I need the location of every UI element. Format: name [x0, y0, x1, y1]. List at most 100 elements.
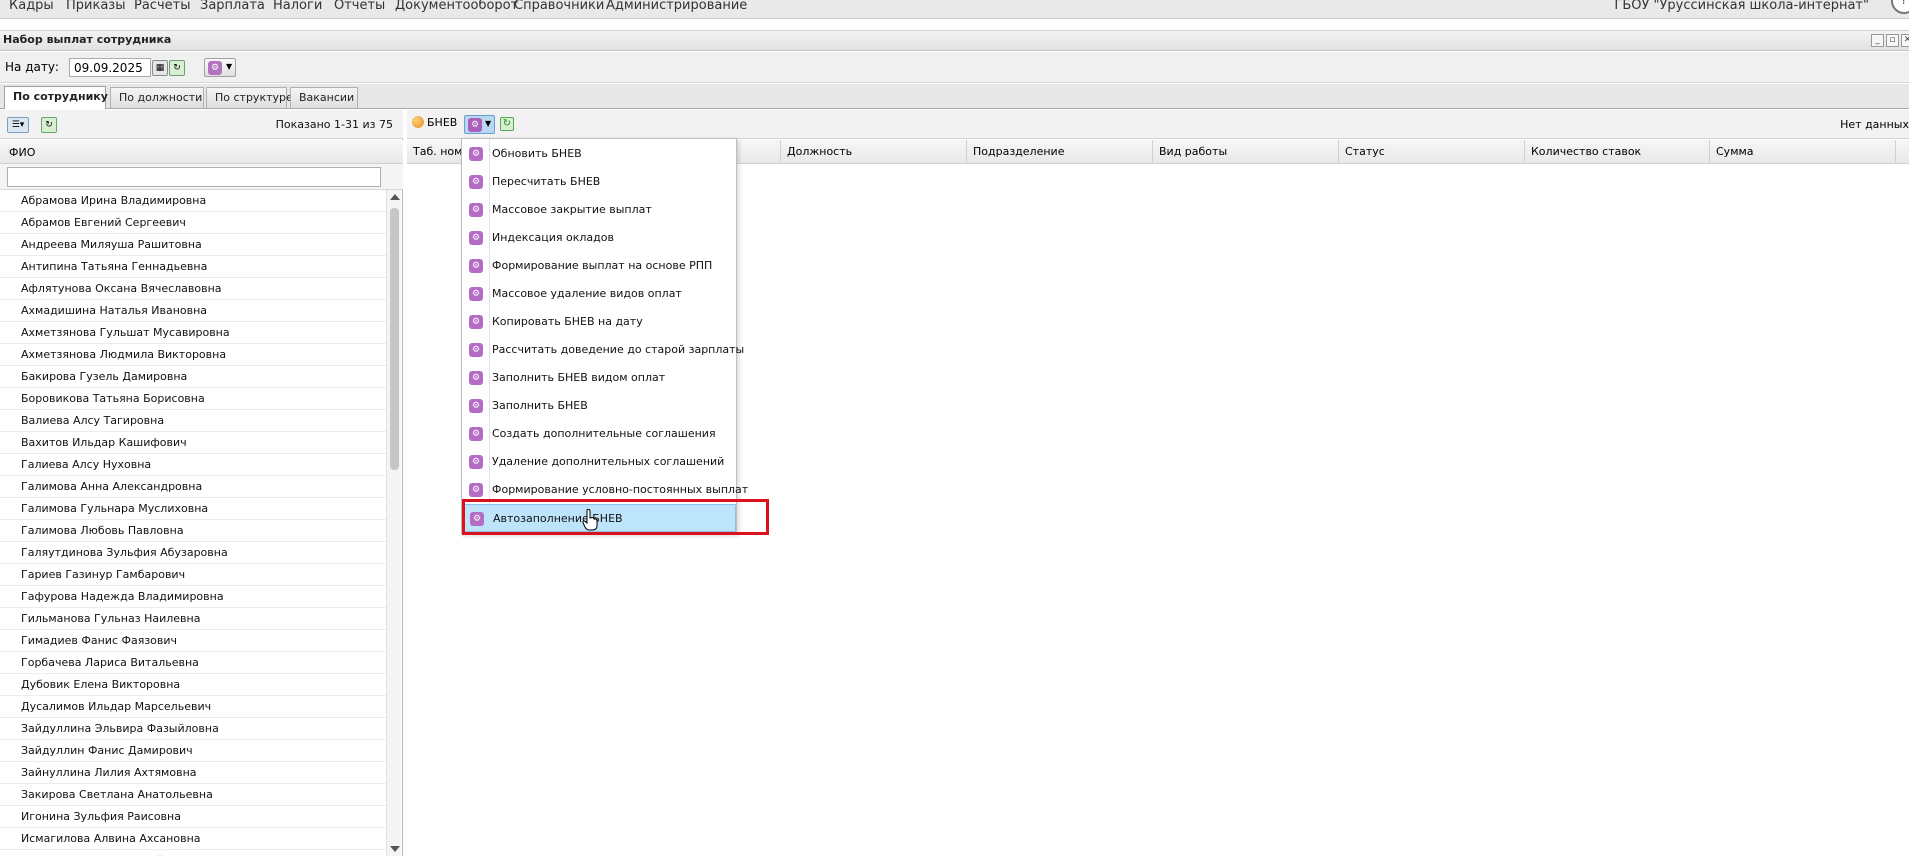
refresh-list-icon[interactable]: ↻ [41, 117, 57, 133]
menu-prikazy[interactable]: Приказы [66, 0, 125, 13]
menu-otchety[interactable]: Отчеты [334, 0, 385, 13]
employee-row[interactable]: Валиева Алсу Тагировна [0, 410, 386, 432]
menu-spravochniki[interactable]: Справочники [514, 0, 604, 13]
fio-column-header[interactable]: ФИО [0, 140, 403, 164]
date-toolbar: На дату: ▦ ↻ ⚙ ▼ [0, 52, 1909, 83]
tab-by-structure[interactable]: По структуре [206, 87, 293, 108]
employee-row[interactable]: Ахметзянова Людмила Викторовна [0, 344, 386, 366]
gear-icon: ⚙ [469, 259, 483, 273]
scroll-down-icon[interactable] [390, 846, 400, 852]
gear-icon: ⚙ [208, 61, 222, 75]
employee-row[interactable]: Закирова Светлана Анатольевна [0, 784, 386, 806]
employee-row[interactable]: Гафурова Надежда Владимировна [0, 586, 386, 608]
menu-item-label: Рассчитать доведение до старой зарплаты [492, 343, 745, 356]
employee-row[interactable]: Зайдуллина Эльвира Фазыйловна [0, 718, 386, 740]
help-icon[interactable]: ? [1891, 0, 1909, 14]
scroll-thumb[interactable] [390, 208, 399, 470]
menu-zarplata[interactable]: Зарплата [200, 0, 265, 13]
menu-nalogi[interactable]: Налоги [273, 0, 322, 13]
tab-vacancies[interactable]: Вакансии [290, 87, 358, 108]
bnev-icon [412, 116, 424, 128]
employee-row[interactable]: Антипина Татьяна Геннадьевна [0, 256, 386, 278]
col-sum[interactable]: Сумма [1710, 140, 1896, 164]
employee-row[interactable]: Дусалимов Ильдар Марсельевич [0, 696, 386, 718]
employee-row[interactable]: Ахмадишина Наталья Ивановна [0, 300, 386, 322]
refresh-date-icon[interactable]: ↻ [169, 60, 185, 76]
bnev-actions-dropdown[interactable]: ⚙ ▼ [464, 115, 495, 134]
calendar-icon[interactable]: ▦ [152, 60, 168, 76]
filter-row [0, 164, 403, 190]
bnev-button[interactable]: БНЕВ [412, 116, 457, 129]
menu-dokumentooborot[interactable]: Документооборот [395, 0, 518, 13]
menu-item[interactable]: ⚙ Рассчитать доведение до старой зарплаты [462, 336, 744, 364]
col-department[interactable]: Подразделение [967, 140, 1153, 164]
employee-list-scrollbar[interactable] [386, 190, 401, 856]
employee-row[interactable]: Зайнуллина Лилия Ахтямовна [0, 762, 386, 784]
list-menu-icon[interactable]: ☰▾ [7, 117, 29, 133]
menu-item[interactable]: ⚙ Индексация окладов [462, 224, 736, 252]
employee-row[interactable]: Абрамов Евгений Сергеевич [0, 212, 386, 234]
menu-item[interactable]: ⚙ Копировать БНЕВ на дату [462, 308, 736, 336]
employee-row[interactable]: Галимова Любовь Павловна [0, 520, 386, 542]
employee-row[interactable]: Ахметзянова Гульшат Мусавировна [0, 322, 386, 344]
maximize-icon[interactable]: ▫ [1886, 34, 1899, 47]
menu-raschety[interactable]: Расчеты [134, 0, 190, 13]
employee-row[interactable]: Дубовик Елена Викторовна [0, 674, 386, 696]
refresh-icon[interactable]: ↻ [500, 117, 514, 131]
menu-item-label: Формирование выплат на основе РПП [492, 259, 713, 272]
date-actions-dropdown[interactable]: ⚙ ▼ [204, 58, 236, 77]
employee-row[interactable]: Бакирова Гузель Дамировна [0, 366, 386, 388]
menu-item[interactable]: ⚙ Заполнить БНЕВ видом оплат [462, 364, 736, 392]
scroll-up-icon[interactable] [390, 194, 400, 200]
menu-item[interactable]: ⚙ Удаление дополнительных соглашений [462, 448, 736, 476]
employee-row[interactable]: Боровикова Татьяна Борисовна [0, 388, 386, 410]
bnev-toolbar: БНЕВ ⚙ ▼ ↻ Нет данных [407, 110, 1909, 139]
employee-row[interactable]: Зайдуллин Фанис Дамирович [0, 740, 386, 762]
employee-row[interactable]: Гильманова Гульназ Наилевна [0, 608, 386, 630]
col-position[interactable]: Должность [781, 140, 967, 164]
col-work-type[interactable]: Вид работы [1153, 140, 1339, 164]
employee-row[interactable]: Афлятунова Оксана Вячеславовна [0, 278, 386, 300]
minimize-icon[interactable]: _ [1871, 34, 1884, 47]
employee-row[interactable]: Гариев Газинур Гамбарович [0, 564, 386, 586]
employee-row[interactable]: Игонина Зульфия Раисовна [0, 806, 386, 828]
menu-item-label: Индексация окладов [492, 231, 614, 244]
menu-kadry[interactable]: Кадры [9, 0, 54, 13]
menu-administrirovanie[interactable]: Администрирование [606, 0, 747, 13]
menu-item[interactable]: ⚙ Создать дополнительные соглашения [462, 420, 736, 448]
employee-row[interactable]: Галиева Алсу Нуховна [0, 454, 386, 476]
close-icon[interactable]: ✕ [1901, 34, 1909, 47]
employee-row[interactable]: Абрамова Ирина Владимировна [0, 190, 386, 212]
employee-row[interactable]: Калимуллина Лилия Гайнаншиновна [0, 850, 386, 856]
employee-row[interactable]: Гимадиев Фанис Фаязович [0, 630, 386, 652]
employee-row[interactable]: Галяутдинова Зульфия Абузаровна [0, 542, 386, 564]
menu-item[interactable]: ⚙ Формирование выплат на основе РПП [462, 252, 736, 280]
menu-item[interactable]: ⚙ Пересчитать БНЕВ [462, 168, 736, 196]
gear-icon: ⚙ [469, 175, 483, 189]
menu-item-label: Формирование условно-постоянных выплат [492, 483, 749, 496]
tabs-bar: По сотруднику По должности По структуре … [0, 84, 1909, 109]
employee-row[interactable]: Вахитов Ильдар Кашифович [0, 432, 386, 454]
menu-item[interactable]: ⚙ Обновить БНЕВ [462, 140, 736, 168]
gear-icon: ⚙ [469, 287, 483, 301]
gear-icon: ⚙ [469, 483, 483, 497]
gear-icon: ⚙ [469, 315, 483, 329]
tab-by-employee[interactable]: По сотруднику [4, 86, 108, 109]
date-input[interactable] [69, 58, 151, 77]
menu-item-label: Массовое удаление видов оплат [492, 287, 682, 300]
col-rate-count[interactable]: Количество ставок [1525, 140, 1710, 164]
employee-row[interactable]: Исмагилова Алвина Ахсановна [0, 828, 386, 850]
gear-icon: ⚙ [469, 147, 483, 161]
menu-item[interactable]: ⚙ Заполнить БНЕВ [462, 392, 736, 420]
fio-filter-input[interactable] [7, 167, 381, 187]
date-label: На дату: [5, 60, 59, 74]
employee-row[interactable]: Андреева Миляуша Рашитовна [0, 234, 386, 256]
employee-row[interactable]: Горбачева Лариса Витальевна [0, 652, 386, 674]
organization-name: ГБОУ "Уруссинская школа-интернат" [1614, 0, 1869, 13]
menu-item[interactable]: ⚙ Массовое удаление видов оплат [462, 280, 736, 308]
menu-item[interactable]: ⚙ Массовое закрытие выплат [462, 196, 736, 224]
tab-by-position[interactable]: По должности [110, 87, 204, 108]
employee-row[interactable]: Галимова Гульнара Муслиховна [0, 498, 386, 520]
employee-row[interactable]: Галимова Анна Александровна [0, 476, 386, 498]
col-status[interactable]: Статус [1339, 140, 1525, 164]
